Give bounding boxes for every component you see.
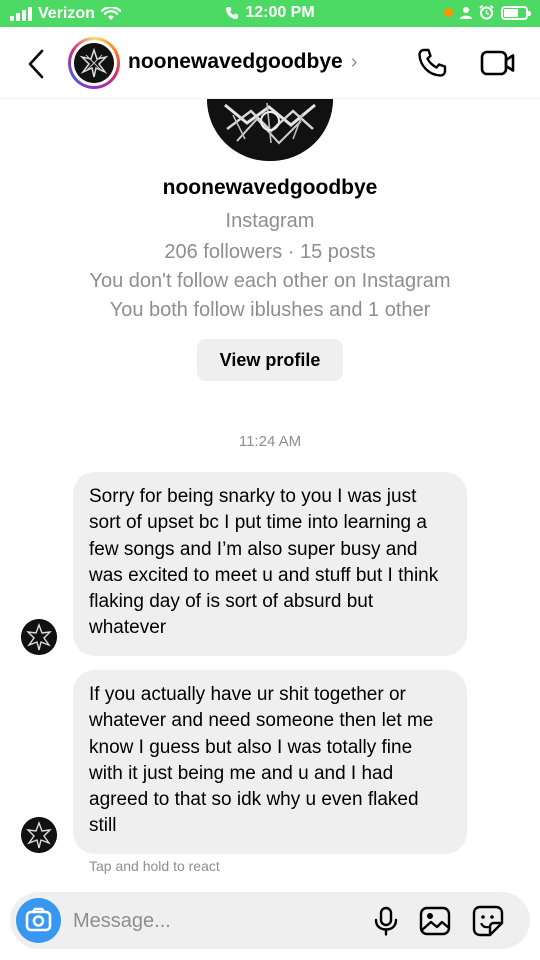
react-hint: Tap and hold to react <box>89 858 220 874</box>
sticker-icon[interactable] <box>472 905 504 937</box>
message-bubble[interactable]: If you actually have ur shit together or… <box>73 670 467 854</box>
message-input[interactable] <box>73 906 363 936</box>
orange-dot-icon <box>444 8 453 17</box>
profile-follow-status: You don't follow each other on Instagram <box>89 270 451 292</box>
profile-avatar[interactable] <box>207 99 333 161</box>
sender-avatar[interactable] <box>21 619 57 655</box>
microphone-icon[interactable] <box>372 906 400 936</box>
alarm-icon <box>479 5 494 20</box>
header-username: noonewavedgoodbye <box>128 50 343 73</box>
battery-icon <box>501 5 531 20</box>
profile-platform: Instagram <box>225 210 315 232</box>
clock: 12:00 PM <box>245 4 315 21</box>
chevron-right-icon: › <box>350 50 358 73</box>
profile-username: noonewavedgoodbye <box>162 176 378 199</box>
chat-header: noonewavedgoodbye › <box>0 27 540 99</box>
location-icon <box>460 6 472 19</box>
video-camera-icon[interactable] <box>480 49 516 77</box>
header-avatar[interactable] <box>68 37 120 89</box>
back-arrow-icon[interactable] <box>22 47 52 81</box>
message-timestamp: 11:24 AM <box>238 433 302 450</box>
profile-stats: 206 followers · 15 posts <box>164 241 376 263</box>
phone-icon[interactable] <box>416 47 448 79</box>
status-right <box>444 5 531 20</box>
profile-mutuals: You both follow iblushes and 1 other <box>109 299 431 321</box>
sender-avatar[interactable] <box>21 817 57 853</box>
message-composer <box>10 892 530 949</box>
view-profile-button[interactable]: View profile <box>197 339 343 381</box>
camera-button[interactable] <box>16 898 61 943</box>
message-bubble[interactable]: Sorry for being snarky to you I was just… <box>73 472 467 656</box>
phone-small-icon <box>226 7 239 19</box>
gallery-icon[interactable] <box>419 906 451 936</box>
avatar-image <box>74 43 114 83</box>
status-bar: Verizon 12:00 PM <box>0 0 540 27</box>
camera-icon <box>25 907 52 932</box>
header-username-link[interactable]: noonewavedgoodbye › <box>128 50 357 74</box>
